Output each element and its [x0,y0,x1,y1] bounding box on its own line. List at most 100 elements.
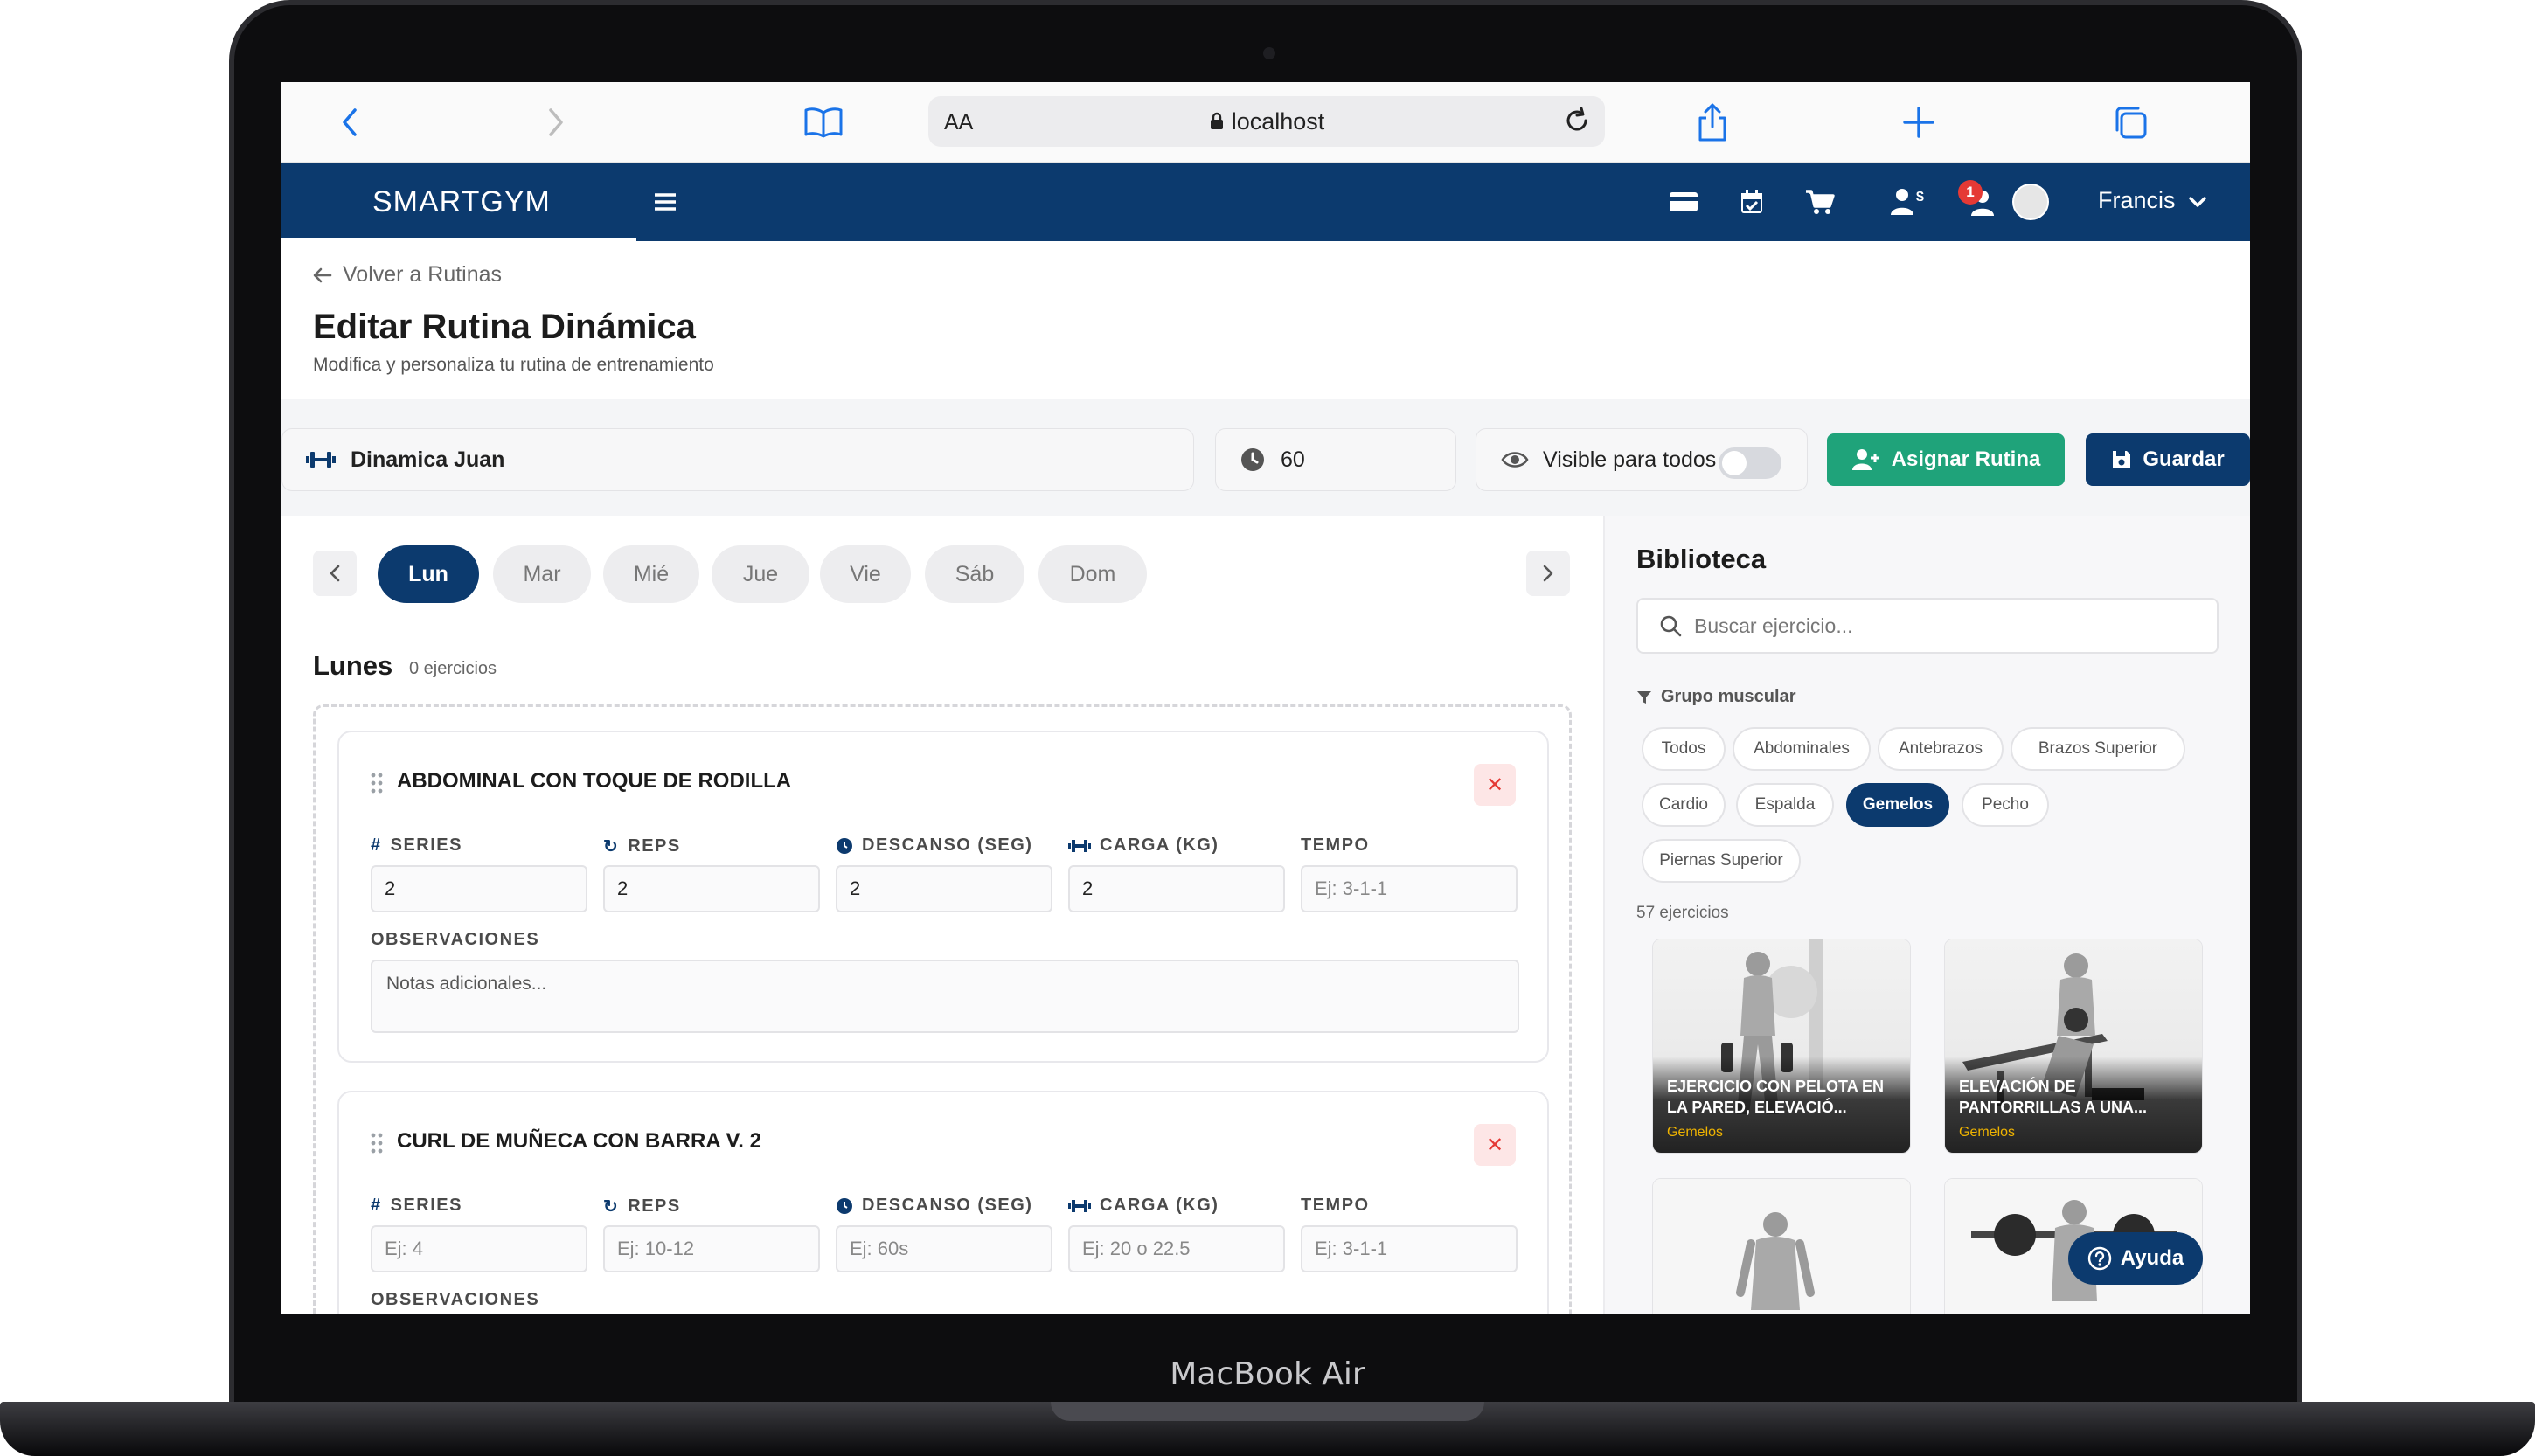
screen: AA localhost SMARTGYM $ 1 Francis Volver… [281,82,2250,1314]
dumbbell-icon [1068,1199,1091,1212]
user-name[interactable]: Francis [2098,187,2176,214]
reps-input[interactable]: 2 [603,865,820,912]
tempo-input[interactable]: Ej: 3-1-1 [1301,865,1518,912]
reps-input[interactable]: Ej: 10-12 [603,1225,820,1272]
toggle-knob [1722,451,1747,475]
duration-field[interactable]: 60 [1215,428,1456,491]
rest-input[interactable]: 2 [836,865,1052,912]
calendar-check-icon[interactable] [1736,187,1768,217]
reps-label-text: REPS [628,836,681,856]
brand-logo[interactable]: SMARTGYM [372,185,551,219]
drag-handle-icon[interactable] [371,1133,383,1158]
reps-label: ↻ REPS [603,835,681,857]
reload-icon[interactable] [1561,105,1593,141]
rest-label-text: DESCANSO (SEG) [862,1196,1033,1215]
lock-icon [1210,112,1223,129]
filter-label-text: Grupo muscular [1661,687,1796,706]
routine-name-field[interactable]: Dinamica Juan [281,428,1194,491]
day-tab-fri[interactable]: Vie [820,545,911,603]
observations-textarea[interactable]: Notas adicionales... [371,960,1519,1033]
remove-exercise-button[interactable]: ✕ [1474,1124,1516,1166]
prev-day-button[interactable] [313,551,357,596]
chevron-down-icon[interactable] [2185,187,2210,217]
remove-exercise-button[interactable]: ✕ [1474,764,1516,806]
help-button[interactable]: Ayuda [2068,1232,2203,1285]
filter-chip-back[interactable]: Espalda [1736,783,1834,827]
question-circle-icon [2087,1246,2111,1271]
load-input[interactable]: 2 [1068,865,1285,912]
clock-icon [837,1197,852,1214]
selected-day-count: 0 ejercicios [409,659,497,678]
rest-label-text: DESCANSO (SEG) [862,835,1033,855]
duration-value: 60 [1281,447,1305,472]
series-label-text: SERIES [390,835,462,855]
filter-chip-upper-legs[interactable]: Piernas Superior [1642,839,1801,883]
reps-label: ↻ REPS [603,1196,681,1217]
tempo-label-text: TEMPO [1301,835,1370,855]
back-to-routines-link[interactable]: Volver a Rutinas [313,262,502,288]
day-tab-wed[interactable]: Mié [603,545,699,603]
address-bar[interactable]: AA localhost [928,96,1605,147]
chevron-right-icon [1543,565,1553,582]
library-exercise-card[interactable]: ELEVACIÓN DE PANTORRILLAS A UNA... Gemel… [1944,939,2203,1154]
filter-chip-chest[interactable]: Pecho [1962,783,2049,827]
assign-routine-button[interactable]: Asignar Rutina [1827,433,2065,486]
series-input[interactable]: 2 [371,865,587,912]
credit-card-icon[interactable] [1666,187,1701,217]
filter-chip-forearms[interactable]: Antebrazos [1878,727,2004,771]
page-subtitle: Modifica y personaliza tu rutina de entr… [313,355,714,375]
redo-icon: ↻ [603,1197,620,1217]
day-tab-thu[interactable]: Jue [712,545,809,603]
menu-icon[interactable] [650,187,680,217]
series-input[interactable]: Ej: 4 [371,1225,587,1272]
eye-icon [1501,452,1529,468]
day-tab-tue[interactable]: Mar [493,545,591,603]
close-icon: ✕ [1485,1133,1504,1157]
visibility-toggle[interactable] [1719,447,1781,479]
tabs-icon[interactable] [2110,98,2150,147]
series-label: # SERIES [371,1196,462,1216]
rest-input[interactable]: Ej: 60s [836,1225,1052,1272]
filter-chip-upper-arms[interactable]: Brazos Superior [2011,727,2185,771]
floppy-disk-icon [2113,451,2131,468]
exercise-name: ABDOMINAL CON TOQUE DE RODILLA [397,769,792,793]
bookmarks-icon[interactable] [801,98,846,147]
library-exercise-card[interactable] [1652,1178,1911,1314]
series-label: # SERIES [371,835,462,856]
muscle-group-filter-label: Grupo muscular [1636,687,1795,707]
library-exercise-group: Gemelos [1667,1125,1724,1140]
library-search-input[interactable]: Buscar ejercicio... [1636,598,2219,654]
page-title: Editar Rutina Dinámica [313,308,696,346]
save-button[interactable]: Guardar [2086,433,2250,486]
next-day-button[interactable] [1526,551,1570,596]
drag-handle-icon[interactable] [371,773,383,798]
day-tab-sun[interactable]: Dom [1038,545,1147,603]
avatar[interactable] [2012,184,2049,220]
rest-label: DESCANSO (SEG) [836,835,1032,856]
cart-icon[interactable] [1802,187,1837,217]
share-icon[interactable] [1692,98,1733,147]
forward-chevron-icon[interactable] [538,98,573,147]
filter-chip-cardio[interactable]: Cardio [1642,783,1726,827]
app-header: SMARTGYM $ [281,163,2250,241]
new-tab-icon[interactable] [1899,98,1939,147]
filter-chip-calves[interactable]: Gemelos [1846,783,1949,827]
day-tab-sat[interactable]: Sáb [925,545,1024,603]
back-chevron-icon[interactable] [332,98,367,147]
tempo-label: TEMPO [1301,835,1370,856]
day-tab-mon[interactable]: Lun [378,545,479,603]
user-dollar-icon[interactable]: $ [1888,187,1928,217]
tempo-input[interactable]: Ej: 3-1-1 [1301,1225,1518,1272]
load-input[interactable]: Ej: 20 o 22.5 [1068,1225,1285,1272]
library-exercise-card[interactable]: EJERCICIO CON PELOTA EN LA PARED, ELEVAC… [1652,939,1911,1154]
load-label: CARGA (KG) [1068,835,1219,856]
back-link-label: Volver a Rutinas [343,262,503,287]
load-label-text: CARGA (KG) [1100,835,1219,855]
device-stage: MacBook Air AA localhost SMARTGYM $ 1 Fr… [0,0,2535,1456]
save-label: Guardar [2143,447,2225,471]
library-exercise-name: EJERCICIO CON PELOTA EN LA PARED, ELEVAC… [1667,1078,1885,1116]
filter-chip-abdominals[interactable]: Abdominales [1733,727,1871,771]
library-search-placeholder: Buscar ejercicio... [1694,614,1853,637]
filter-chip-all[interactable]: Todos [1642,727,1726,771]
close-icon: ✕ [1485,773,1504,797]
